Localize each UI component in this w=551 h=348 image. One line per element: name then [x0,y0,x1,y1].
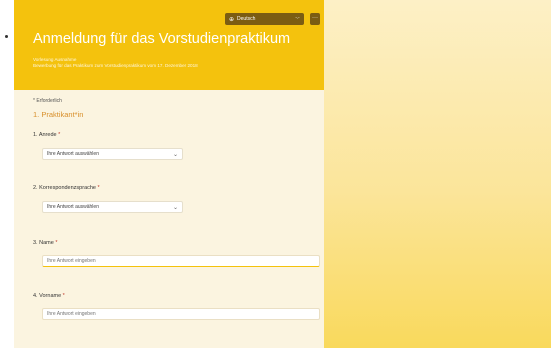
select-placeholder: Ihre Antwort auswählen [47,204,99,210]
question-number: 1. [33,132,38,138]
form-card: ⊕ Deutsch ﹀ ··· Anmeldung für das Vorstu… [14,0,324,348]
form-subtitle: Vorlesung Ausnahme Bewerbung für das Pra… [33,57,198,69]
chevron-down-icon: ⌄ [172,151,178,158]
margin-dot [5,35,8,38]
chevron-down-icon: ﹀ [294,16,300,23]
chevron-down-icon: ⌄ [172,204,178,211]
select-placeholder: Ihre Antwort auswählen [47,151,99,157]
korrespondenzsprache-select[interactable]: Ihre Antwort auswählen ⌄ [42,201,183,213]
required-marker: * [62,293,65,299]
question-label-vorname: 4. Vorname * [33,293,65,299]
form-title: Anmeldung für das Vorstudienpraktikum [33,31,291,47]
more-button[interactable]: ··· [310,13,320,25]
vorname-input[interactable] [42,308,320,320]
question-text: Name [39,240,54,246]
question-label-korrespondenzsprache: 2. Korrespondenzsprache * [33,185,100,191]
language-select[interactable]: ⊕ Deutsch ﹀ [225,13,304,25]
question-text: Korrespondenzsprache [39,185,96,191]
question-text: Anrede [38,132,57,138]
form-header: ⊕ Deutsch ﹀ ··· Anmeldung für das Vorstu… [14,0,324,90]
language-label: Deutsch [237,16,256,22]
required-marker: * [97,185,100,191]
required-hint: * Erforderlich [33,98,62,104]
question-text: Vorname [39,293,62,299]
question-label-anrede: 1. Anrede * [33,132,60,138]
question-label-name: 3. Name * [33,240,57,246]
globe-icon: ⊕ [229,16,235,23]
anrede-select[interactable]: Ihre Antwort auswählen ⌄ [42,148,183,160]
section-title: 1. Praktikant*in [33,110,84,119]
more-icon: ··· [312,15,318,21]
required-marker: * [55,240,58,246]
required-marker: * [58,132,61,138]
subtitle-line-2: Bewerbung für das Praktikum zum Vorstudi… [33,63,198,68]
left-margin [0,0,14,348]
question-number: 2. [33,185,38,191]
question-number: 4. [33,293,38,299]
name-input[interactable] [42,255,320,267]
question-number: 3. [33,240,38,246]
